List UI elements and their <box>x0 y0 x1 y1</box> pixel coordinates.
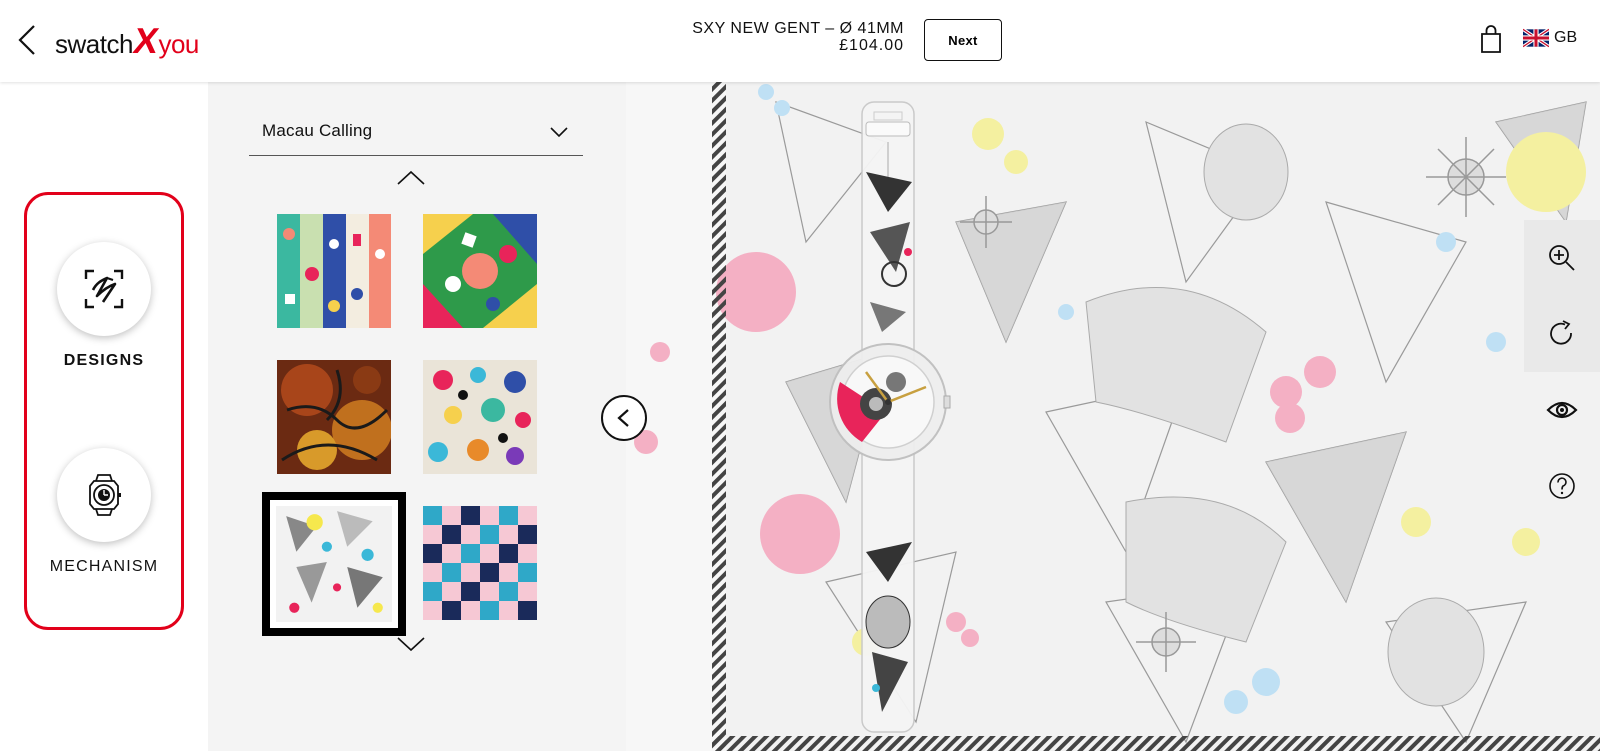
product-name: SXY NEW GENT – Ø 41MM <box>692 20 904 37</box>
left-rail: DESIGNS MECHANISM <box>0 82 208 751</box>
eye-icon <box>1546 401 1578 419</box>
product-info: SXY NEW GENT – Ø 41MM £104.00 <box>640 20 904 54</box>
design-thumbnail-1[interactable] <box>277 214 391 328</box>
watch-preview-stage <box>626 82 1600 751</box>
designs-icon <box>84 269 124 309</box>
language-code: GB <box>1554 29 1578 46</box>
logo-text-x: X <box>130 20 162 61</box>
mechanism-circle <box>57 448 151 542</box>
rotate-icon <box>1550 320 1572 345</box>
uk-flag-icon <box>1523 28 1549 48</box>
rail-item-designs[interactable]: DESIGNS <box>30 242 178 370</box>
designs-panel: Macau Calling <box>208 82 626 751</box>
zoom-in-button[interactable] <box>1524 220 1600 296</box>
preview-toggle-button[interactable] <box>1524 372 1600 448</box>
design-thumbnail-5-selected[interactable] <box>262 492 406 636</box>
watch-mechanism-icon <box>89 474 121 516</box>
chevron-down-icon <box>397 637 425 652</box>
product-price: £104.00 <box>839 37 904 54</box>
shopping-bag-icon <box>1481 25 1501 53</box>
design-thumbnail-2[interactable] <box>423 214 537 328</box>
rail-label-mechanism: MECHANISM <box>49 558 159 575</box>
top-header: swatch X you SXY NEW GENT – Ø 41MM £104.… <box>0 0 1600 82</box>
thumbnails-scroll-up-button[interactable] <box>394 168 428 188</box>
help-button[interactable] <box>1524 448 1600 524</box>
thumbnails-scroll-down-button[interactable] <box>394 634 428 654</box>
chevron-left-icon <box>18 25 35 55</box>
design-thumbnail-4[interactable] <box>423 360 537 474</box>
rotate-button[interactable] <box>1524 296 1600 372</box>
pattern-background <box>626 82 1600 751</box>
collection-dropdown[interactable]: Macau Calling <box>249 108 583 156</box>
logo-text-you: you <box>158 29 199 59</box>
zoom-in-icon <box>1549 245 1575 271</box>
help-icon <box>1549 473 1575 499</box>
back-button[interactable] <box>14 22 42 58</box>
collection-selected-value: Macau Calling <box>262 121 373 140</box>
chevron-up-icon <box>397 170 425 185</box>
chevron-down-icon <box>550 127 568 138</box>
designs-circle <box>57 242 151 336</box>
rail-item-mechanism[interactable]: MECHANISM <box>30 448 178 576</box>
collapse-panel-button[interactable] <box>601 395 647 441</box>
design-thumbnail-6[interactable] <box>423 506 537 620</box>
chevron-left-icon <box>617 409 629 427</box>
rail-label-designs: DESIGNS <box>63 352 145 369</box>
design-thumbnail-3[interactable] <box>277 360 391 474</box>
language-selector[interactable]: GB <box>1523 28 1577 48</box>
swatch-x-you-logo[interactable]: swatch X you <box>55 20 199 61</box>
next-button[interactable]: Next <box>924 19 1002 61</box>
preview-toolbar <box>1524 220 1600 530</box>
shopping-bag-button[interactable] <box>1478 24 1504 54</box>
logo-text-swatch: swatch <box>55 29 133 59</box>
